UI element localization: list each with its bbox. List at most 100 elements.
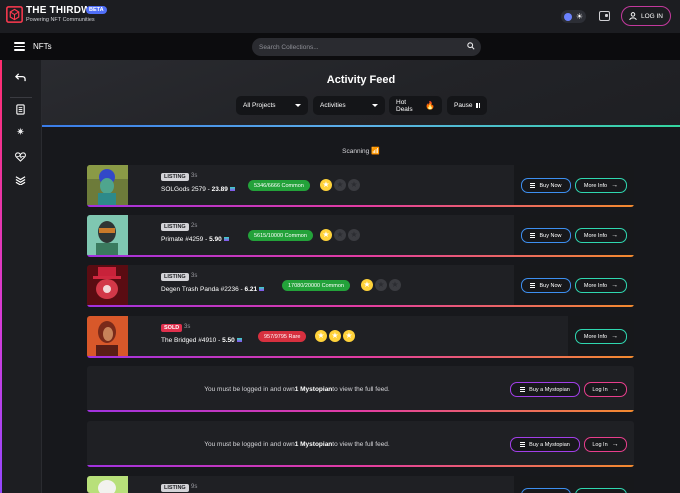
login-button[interactable]: LOG IN [621,6,671,26]
hot-deals-button[interactable]: Hot Deals 🔥 [389,96,442,115]
list-item[interactable]: SOLD 3s The Bridged #4910 - 5.50 957/979… [87,316,634,358]
rarity-badge: 5346/6666 Common [248,180,310,191]
search-input[interactable]: Search Collections... [252,38,481,56]
solana-icon [236,338,242,343]
item-name: Degen Trash Panda #2236 - 6.21 [161,286,265,293]
list-icon [520,387,526,392]
locked-message: You must be logged in and own 1 Mystopia… [204,385,390,393]
search-icon [467,42,475,50]
activities-dropdown[interactable]: Activities [313,96,385,115]
star-icon: ★ [315,330,327,342]
status-badge: SOLD [161,324,183,332]
card-divider [87,465,634,467]
star-icon: ★ [348,229,360,241]
buy-mystopian-button[interactable]: Buy a Mystopian [510,382,580,397]
timestamp: 2s [191,223,198,229]
card-actions [514,476,634,493]
rarity-stars: ★ ★ ★ [315,330,355,342]
arrow-right-icon: → [611,282,619,289]
list-icon [530,183,536,188]
list-item[interactable]: LISTING 3s SOLGods 2579 - 23.89 5346/666… [87,165,634,207]
card-actions: Buy Now More Info → [514,265,634,305]
nft-thumbnail [87,165,128,205]
hamburger-menu-icon[interactable] [14,42,25,51]
all-projects-dropdown[interactable]: All Projects [236,96,308,115]
rarity-stars: ★ ★ ★ [361,279,401,291]
scanning-status: Scanning 📶 [342,148,380,155]
brand-subtitle: Powering NFT Communities [26,17,95,23]
card-actions: More Info → [568,316,634,356]
list-icon [520,442,526,447]
nft-thumbnail [87,316,128,356]
list-icon [530,283,536,288]
locked-feed-notice: You must be logged in and own 1 Mystopia… [87,366,634,412]
card-divider [87,410,634,412]
list-item[interactable]: LISTING 3s Degen Trash Panda #2236 - 6.2… [87,265,634,307]
timestamp: 3s [191,273,198,279]
star-icon: ★ [329,330,341,342]
more-info-button[interactable] [575,488,627,493]
wallet-icon[interactable] [599,11,610,21]
star-icon: ★ [334,229,346,241]
chevron-down-icon [372,104,378,107]
sidebar [0,60,42,493]
login-button[interactable]: Log In → [584,382,627,397]
feed-header [42,60,680,126]
pause-button[interactable]: Pause [447,96,487,115]
beta-badge: BETA [86,6,107,14]
card-divider [87,356,634,358]
layers-icon[interactable] [15,174,26,185]
nft-thumbnail [87,265,128,305]
sun-burst-icon[interactable]: ✷ [15,127,26,138]
activities-label: Activities [320,102,346,109]
login-button[interactable]: Log In → [584,437,627,452]
more-info-button[interactable]: More Info → [575,178,627,193]
sidebar-accent [0,60,2,493]
locked-feed-notice: You must be logged in and own 1 Mystopia… [87,421,634,467]
arrow-right-icon: → [611,333,619,340]
heart-pulse-icon[interactable] [15,151,26,162]
item-name: SOLGods 2579 - 23.89 [161,186,235,193]
timestamp: 9s [191,484,198,490]
more-info-button[interactable]: More Info → [575,278,627,293]
star-icon: ★ [348,179,360,191]
cube-logo-icon [6,6,23,24]
solana-icon [223,237,229,242]
rarity-badge: 957/9795 Rare [258,331,307,342]
more-info-button[interactable]: More Info → [575,228,627,243]
buy-now-button[interactable] [521,488,571,493]
nft-thumbnail [87,215,128,255]
arrow-right-icon: → [611,232,619,239]
theme-toggle[interactable]: ☀ [561,10,586,23]
timestamp: 3s [191,173,198,179]
list-item[interactable]: LISTING 9s [87,476,634,493]
document-icon[interactable] [15,104,26,115]
chevron-down-icon [295,104,301,107]
buy-now-button[interactable]: Buy Now [521,278,571,293]
list-item[interactable]: LISTING 2s Primate #4259 - 5.90 5615/100… [87,215,634,257]
sun-icon: ☀ [575,11,583,21]
buy-now-button[interactable]: Buy Now [521,178,571,193]
arrow-right-icon: → [611,386,619,393]
solana-icon [229,187,235,192]
timestamp: 3s [184,324,191,330]
buy-mystopian-button[interactable]: Buy a Mystopian [510,437,580,452]
hot-deals-label: Hot Deals [396,98,413,113]
back-arrow-icon[interactable] [15,72,26,83]
nav-title: NFTs [33,42,52,51]
rarity-stars: ★ ★ ★ [320,179,360,191]
rarity-stars: ★ ★ ★ [320,229,360,241]
more-info-button[interactable]: More Info → [575,329,627,344]
star-icon: ★ [389,279,401,291]
brand[interactable]: THE THIRDWEB Powering NFT Communities BE… [6,6,107,24]
item-name: Primate #4259 - 5.90 [161,236,229,243]
feed-header-divider [42,125,680,127]
pause-icon [476,103,481,108]
rarity-badge: 17080/20000 Common [282,280,350,291]
star-icon: ★ [343,330,355,342]
card-actions: Buy Now More Info → [514,165,634,205]
card-divider [87,305,634,307]
status-badge: LISTING [161,173,189,181]
wifi-icon: 📶 [371,148,380,155]
buy-now-button[interactable]: Buy Now [521,228,571,243]
